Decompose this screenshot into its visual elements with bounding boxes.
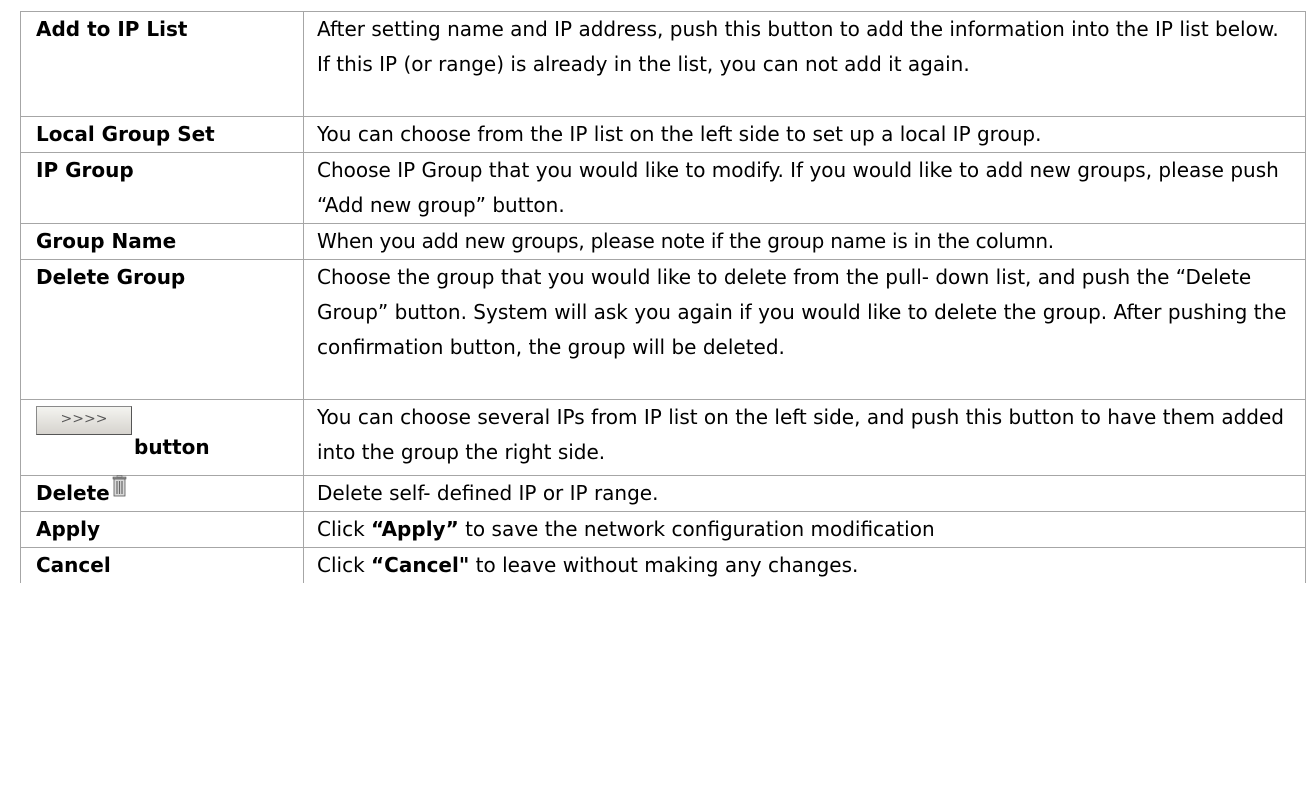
table-row: Group Name When you add new groups, plea… bbox=[20, 223, 1306, 260]
table-row: Cancel Click “Cancel" to leave without m… bbox=[20, 547, 1306, 583]
table-row: Delete Delete self- defined IP or IP ran… bbox=[20, 473, 1306, 512]
term-apply: Apply bbox=[20, 511, 304, 548]
term-move-button: >>>> button bbox=[20, 399, 304, 476]
table-row: Local Group Set You can choose from the … bbox=[20, 116, 1306, 153]
desc-delete-group: Choose the group that you would like to … bbox=[303, 259, 1306, 400]
trash-icon bbox=[112, 473, 127, 497]
apply-desc-suffix: to save the network configuration modifi… bbox=[458, 517, 935, 541]
desc-delete: Delete self- defined IP or IP range. bbox=[303, 475, 1306, 512]
term-add-to-ip-list: Add to IP List bbox=[20, 11, 304, 117]
term-delete-group: Delete Group bbox=[20, 259, 304, 400]
table-row: Add to IP List After setting name and IP… bbox=[20, 11, 1306, 117]
move-button-label: button bbox=[134, 435, 210, 459]
term-group-name: Group Name bbox=[20, 223, 304, 260]
cancel-desc-bold: “Cancel" bbox=[371, 553, 470, 577]
move-right-button-image: >>>> bbox=[36, 406, 132, 435]
apply-desc-prefix: Click bbox=[317, 517, 372, 541]
term-delete: Delete bbox=[20, 473, 304, 512]
table-row: Apply Click “Apply” to save the network … bbox=[20, 511, 1306, 548]
table-row: IP Group Choose IP Group that you would … bbox=[20, 152, 1306, 224]
settings-description-table: Add to IP List After setting name and IP… bbox=[20, 11, 1306, 583]
term-cancel: Cancel bbox=[20, 547, 304, 583]
table-row: Delete Group Choose the group that you w… bbox=[20, 259, 1306, 400]
table-row: >>>> button You can choose several IPs f… bbox=[20, 399, 1306, 476]
cancel-desc-prefix: Click bbox=[317, 553, 372, 577]
desc-cancel: Click “Cancel" to leave without making a… bbox=[303, 547, 1306, 583]
delete-label: Delete bbox=[36, 481, 110, 505]
apply-desc-bold: “Apply” bbox=[371, 517, 459, 541]
move-button-line: >>>> button bbox=[36, 400, 295, 475]
desc-apply: Click “Apply” to save the network config… bbox=[303, 511, 1306, 548]
desc-local-group-set: You can choose from the IP list on the l… bbox=[303, 116, 1306, 153]
desc-move-button: You can choose several IPs from IP list … bbox=[303, 399, 1306, 476]
desc-ip-group: Choose IP Group that you would like to m… bbox=[303, 152, 1306, 224]
desc-add-to-ip-list: After setting name and IP address, push … bbox=[303, 11, 1306, 117]
desc-group-name: When you add new groups, please note if … bbox=[303, 223, 1306, 260]
term-ip-group: IP Group bbox=[20, 152, 304, 224]
term-local-group-set: Local Group Set bbox=[20, 116, 304, 153]
cancel-desc-suffix: to leave without making any changes. bbox=[469, 553, 859, 577]
